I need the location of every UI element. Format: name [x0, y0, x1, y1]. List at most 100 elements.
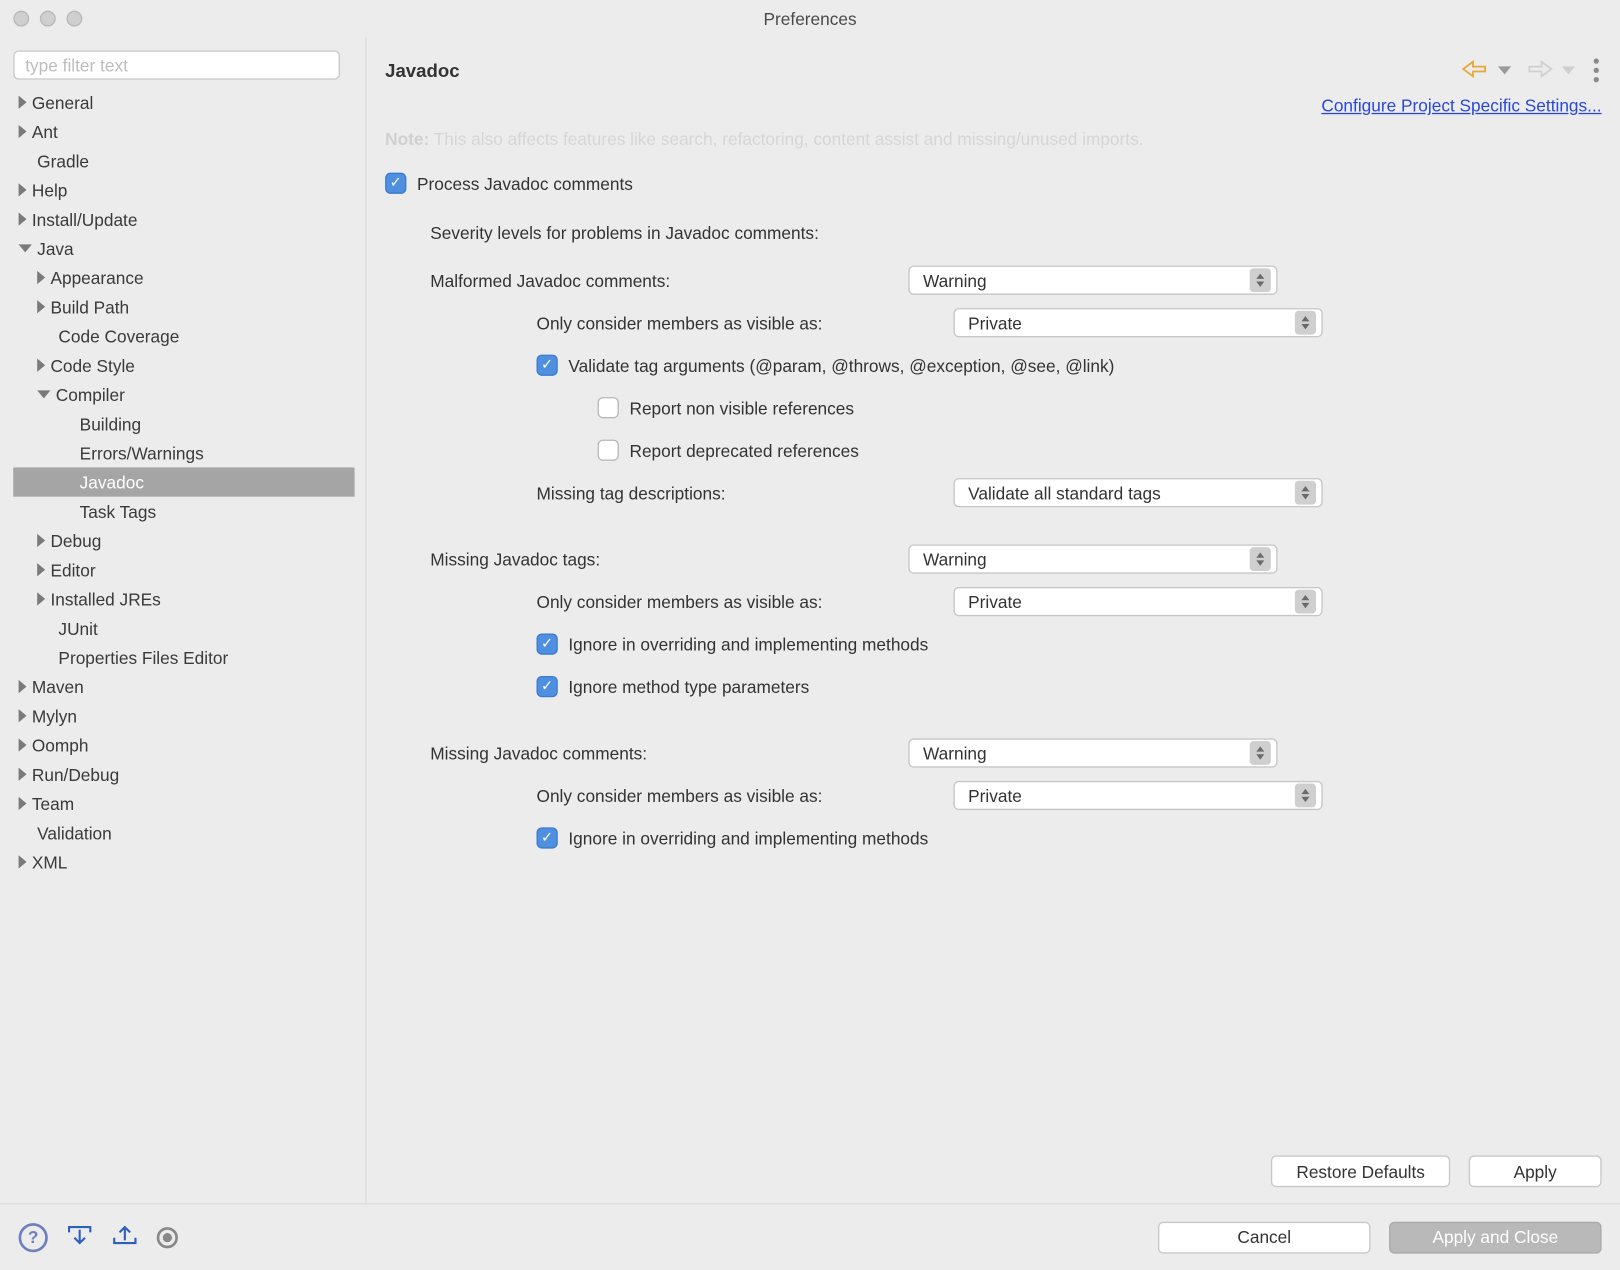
- tree-compiler[interactable]: Compiler: [13, 380, 354, 409]
- malformed-visibility-row: Only consider members as visible as: Pri…: [537, 301, 1602, 343]
- select-stepper-icon: [1250, 547, 1271, 571]
- tree-validation[interactable]: Validation: [13, 818, 354, 847]
- tree-junit[interactable]: JUnit: [13, 614, 354, 643]
- select-stepper-icon: [1250, 741, 1271, 765]
- tree-install-update[interactable]: Install/Update: [13, 205, 354, 234]
- filter-input[interactable]: [13, 50, 340, 79]
- tree-xml[interactable]: XML: [13, 847, 354, 876]
- chevron-right-icon: [19, 680, 27, 693]
- tree-run-debug[interactable]: Run/Debug: [13, 760, 354, 789]
- missing-tags-row: Missing Javadoc tags: Warning: [430, 538, 1601, 580]
- severity-title: Severity levels for problems in Javadoc …: [430, 223, 1601, 243]
- ignore-method-type-row: Ignore method type parameters: [537, 665, 1602, 707]
- tree-build-path[interactable]: Build Path: [13, 292, 354, 321]
- apply-button[interactable]: Apply: [1469, 1155, 1602, 1187]
- missing-tags-visibility-row: Only consider members as visible as: Pri…: [537, 580, 1602, 622]
- main-header: Javadoc: [385, 50, 1601, 90]
- validate-tag-args-checkbox[interactable]: [537, 355, 558, 376]
- select-stepper-icon: [1295, 311, 1316, 335]
- nav-forward-icon: [1525, 58, 1554, 83]
- tree-oomph[interactable]: Oomph: [13, 730, 354, 759]
- chevron-right-icon: [37, 271, 45, 284]
- chevron-down-icon: [19, 244, 32, 252]
- chevron-right-icon: [19, 96, 27, 109]
- main-panel: Javadoc Configure Project Specific Setti…: [365, 37, 1620, 1203]
- report-non-visible-label: Report non visible references: [629, 398, 854, 418]
- tree-team[interactable]: Team: [13, 789, 354, 818]
- report-deprecated-row: Report deprecated references: [598, 429, 1602, 471]
- tree-code-style[interactable]: Code Style: [13, 351, 354, 380]
- body: General Ant Gradle Help Install/Update J…: [0, 37, 1620, 1203]
- cancel-button[interactable]: Cancel: [1158, 1221, 1370, 1253]
- tree-ant[interactable]: Ant: [13, 117, 354, 146]
- only-consider-label: Only consider members as visible as:: [537, 313, 954, 333]
- sidebar: General Ant Gradle Help Install/Update J…: [0, 37, 365, 1203]
- missing-tags-select[interactable]: Warning: [908, 544, 1277, 573]
- malformed-label: Malformed Javadoc comments:: [430, 270, 908, 290]
- process-javadoc-checkbox[interactable]: [385, 173, 406, 194]
- footer-left: ?: [19, 1222, 178, 1253]
- chevron-right-icon: [19, 125, 27, 138]
- page-buttons: Restore Defaults Apply: [385, 1145, 1601, 1203]
- ignore-method-type-checkbox[interactable]: [537, 676, 558, 697]
- report-deprecated-checkbox[interactable]: [598, 440, 619, 461]
- tree-editor[interactable]: Editor: [13, 555, 354, 584]
- ignore-overriding-row-1: Ignore in overriding and implementing me…: [537, 623, 1602, 665]
- tree-installed-jres[interactable]: Installed JREs: [13, 584, 354, 613]
- chevron-right-icon: [19, 855, 27, 868]
- malformed-select[interactable]: Warning: [908, 266, 1277, 295]
- tree-code-coverage[interactable]: Code Coverage: [13, 321, 354, 350]
- ignore-overriding-checkbox-2[interactable]: [537, 827, 558, 848]
- report-non-visible-row: Report non visible references: [598, 386, 1602, 428]
- tree-errors-warnings[interactable]: Errors/Warnings: [13, 438, 354, 467]
- missing-tags-visibility-select[interactable]: Private: [954, 587, 1323, 616]
- tree-gradle[interactable]: Gradle: [13, 146, 354, 175]
- page-title: Javadoc: [385, 60, 459, 81]
- report-deprecated-label: Report deprecated references: [629, 440, 858, 460]
- validate-tag-args-row: Validate tag arguments (@param, @throws,…: [537, 344, 1602, 386]
- help-icon[interactable]: ?: [19, 1222, 48, 1251]
- nav-icons: [1461, 58, 1602, 83]
- tree-help[interactable]: Help: [13, 175, 354, 204]
- tree-debug[interactable]: Debug: [13, 526, 354, 555]
- report-non-visible-checkbox[interactable]: [598, 397, 619, 418]
- export-prefs-icon[interactable]: [112, 1222, 139, 1253]
- chevron-right-icon: [37, 359, 45, 372]
- chevron-right-icon: [37, 563, 45, 576]
- ignore-overriding-checkbox-1[interactable]: [537, 633, 558, 654]
- missing-comments-visibility-select[interactable]: Private: [954, 781, 1323, 810]
- configure-project-link[interactable]: Configure Project Specific Settings...: [1321, 96, 1601, 116]
- menu-dots-icon[interactable]: [1588, 58, 1601, 82]
- tree-javadoc[interactable]: Javadoc: [13, 467, 354, 496]
- chevron-right-icon: [19, 212, 27, 225]
- apply-and-close-button[interactable]: Apply and Close: [1389, 1221, 1601, 1253]
- oomph-recorder-icon[interactable]: [157, 1226, 178, 1247]
- ignore-overriding-row-2: Ignore in overriding and implementing me…: [537, 817, 1602, 859]
- nav-back-dropdown-icon[interactable]: [1498, 66, 1511, 74]
- import-prefs-icon[interactable]: [66, 1222, 93, 1253]
- missing-tag-desc-select[interactable]: Validate all standard tags: [954, 478, 1323, 507]
- missing-tag-desc-label: Missing tag descriptions:: [537, 483, 954, 503]
- tree-task-tags[interactable]: Task Tags: [13, 497, 354, 526]
- nav-back-icon[interactable]: [1461, 58, 1490, 83]
- footer-right: Cancel Apply and Close: [1158, 1221, 1602, 1253]
- missing-comments-select[interactable]: Warning: [908, 738, 1277, 767]
- chevron-right-icon: [19, 797, 27, 810]
- missing-comments-label: Missing Javadoc comments:: [430, 743, 908, 763]
- chevron-right-icon: [19, 738, 27, 751]
- restore-defaults-button[interactable]: Restore Defaults: [1271, 1155, 1450, 1187]
- process-javadoc-label: Process Javadoc comments: [417, 173, 633, 193]
- content: Process Javadoc comments Severity levels…: [385, 167, 1601, 872]
- tree-properties-files-editor[interactable]: Properties Files Editor: [13, 643, 354, 672]
- process-javadoc-row: Process Javadoc comments: [385, 167, 1601, 199]
- note-text: Note: This also affects features like se…: [385, 129, 1601, 149]
- tree-general[interactable]: General: [13, 88, 354, 117]
- tree-maven[interactable]: Maven: [13, 672, 354, 701]
- tree-mylyn[interactable]: Mylyn: [13, 701, 354, 730]
- malformed-visibility-select[interactable]: Private: [954, 308, 1323, 337]
- tree-appearance[interactable]: Appearance: [13, 263, 354, 292]
- tree-java[interactable]: Java: [13, 234, 354, 263]
- missing-comments-visibility-row: Only consider members as visible as: Pri…: [537, 774, 1602, 816]
- tree-building[interactable]: Building: [13, 409, 354, 438]
- window-title: Preferences: [0, 9, 1620, 29]
